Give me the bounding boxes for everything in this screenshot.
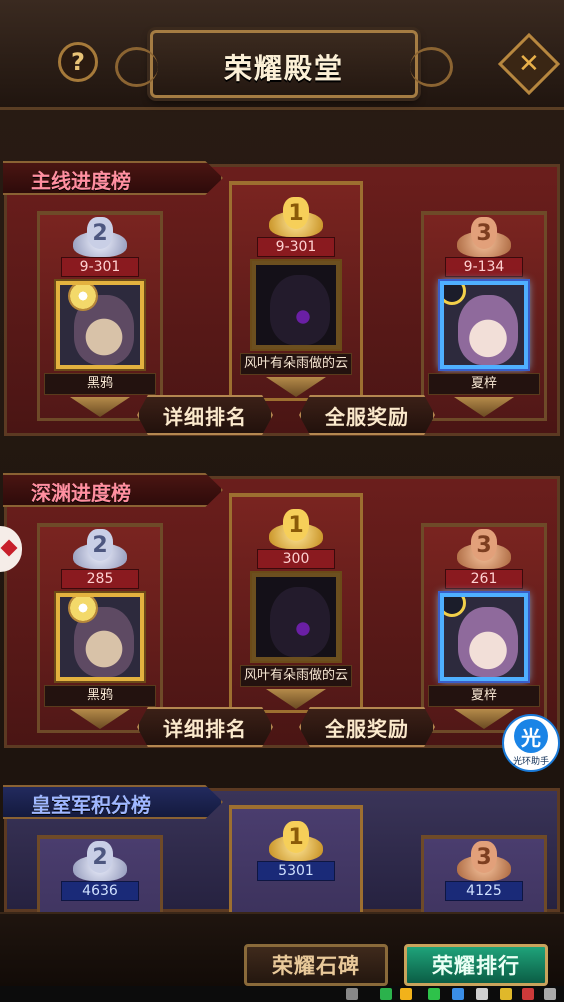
- question-icon: ?: [71, 48, 85, 76]
- tray-icon[interactable]: [380, 988, 392, 1000]
- player-name: 夏梓: [428, 685, 540, 707]
- detail-rank-button[interactable]: 详细排名: [137, 707, 273, 747]
- abyss-progress-board: 深渊进度榜 2 285 黑鸦 1 300 风叶有朵雨做的云 3 261 夏梓 详: [3, 473, 560, 748]
- rank-2-slot[interactable]: 2 285 黑鸦: [37, 513, 163, 733]
- rank-2-badge-icon: 2: [73, 841, 127, 885]
- avatar[interactable]: [440, 593, 528, 681]
- rank-1-slot[interactable]: 1 9-301 风叶有朵雨做的云: [229, 181, 363, 401]
- rank-2-badge-icon: 2: [73, 217, 127, 261]
- help-button[interactable]: ?: [58, 42, 98, 82]
- tab-honor-stele[interactable]: 荣耀石碑: [244, 944, 388, 986]
- progress-value: 9-301: [61, 257, 139, 277]
- rank-1-slot[interactable]: 1 300 风叶有朵雨做的云: [229, 493, 363, 713]
- tray-icon[interactable]: [400, 988, 412, 1000]
- tray-icon[interactable]: [544, 988, 556, 1000]
- system-taskbar: [0, 986, 564, 1002]
- tab-honor-ranking[interactable]: 荣耀排行: [404, 944, 548, 986]
- player-name: 黑鸦: [44, 685, 156, 707]
- rank-3-slot[interactable]: 3 9-134 夏梓: [421, 201, 547, 421]
- progress-value: 5301: [257, 861, 335, 881]
- header-bar: ? 荣耀殿堂 ✕: [0, 0, 564, 110]
- progress-value: 261: [445, 569, 523, 589]
- rank-1-badge-icon: 1: [269, 197, 323, 241]
- main-progress-board: 主线进度榜 2 9-301 黑鸦 1 9-301 风叶有朵雨做的云 3 9-13…: [3, 161, 560, 436]
- board-title-tab: 主线进度榜: [3, 161, 223, 195]
- tray-icon[interactable]: [428, 988, 440, 1000]
- rank-1-badge-icon: 1: [269, 821, 323, 865]
- rank-3-badge-icon: 3: [457, 217, 511, 261]
- rank-1-badge-icon: 1: [269, 509, 323, 553]
- helper-glyph: 光: [514, 719, 548, 753]
- bottom-tab-bar: 荣耀石碑 荣耀排行: [0, 912, 564, 986]
- tray-icon[interactable]: [476, 988, 488, 1000]
- helper-label: 光环助手: [512, 757, 549, 767]
- tray-icon[interactable]: [452, 988, 464, 1000]
- player-name: 夏梓: [428, 373, 540, 395]
- close-icon: ✕: [518, 48, 540, 79]
- board-title: 主线进度榜: [31, 169, 131, 193]
- avatar[interactable]: [56, 593, 144, 681]
- avatar[interactable]: [252, 261, 340, 349]
- tray-icon[interactable]: [522, 988, 534, 1000]
- board-title: 深渊进度榜: [31, 481, 131, 505]
- player-name: 风叶有朵雨做的云: [240, 665, 352, 687]
- tray-icon[interactable]: [346, 988, 358, 1000]
- server-reward-button[interactable]: 全服奖励: [299, 395, 435, 435]
- avatar[interactable]: [252, 573, 340, 661]
- progress-value: 285: [61, 569, 139, 589]
- rank-3-badge-icon: 3: [457, 841, 511, 885]
- progress-value: 9-134: [445, 257, 523, 277]
- page-title: 荣耀殿堂: [223, 52, 344, 85]
- game-screen: ? 荣耀殿堂 ✕ 主线进度榜 2 9-301 黑鸦 1 9-301 风叶有朵雨做…: [0, 0, 564, 1002]
- progress-value: 4125: [445, 881, 523, 901]
- server-reward-button[interactable]: 全服奖励: [299, 707, 435, 747]
- detail-rank-button[interactable]: 详细排名: [137, 395, 273, 435]
- avatar[interactable]: [440, 281, 528, 369]
- player-name: 风叶有朵雨做的云: [240, 353, 352, 375]
- royal-points-board: 皇室军积分榜 2 4636 1 5301 3 4125: [3, 785, 560, 1002]
- board-title-tab: 皇室军积分榜: [3, 785, 223, 819]
- close-button[interactable]: ✕: [497, 32, 561, 96]
- rank-3-badge-icon: 3: [457, 529, 511, 573]
- progress-value: 300: [257, 549, 335, 569]
- board-title: 皇室军积分榜: [31, 793, 151, 817]
- player-name: 黑鸦: [44, 373, 156, 395]
- rank-2-slot[interactable]: 2 9-301 黑鸦: [37, 201, 163, 421]
- rank-2-badge-icon: 2: [73, 529, 127, 573]
- rank-3-slot[interactable]: 3 261 夏梓: [421, 513, 547, 733]
- avatar[interactable]: [56, 281, 144, 369]
- progress-value: 4636: [61, 881, 139, 901]
- title-plate: 荣耀殿堂: [115, 30, 453, 98]
- tray-icon[interactable]: [500, 988, 512, 1000]
- progress-value: 9-301: [257, 237, 335, 257]
- board-title-tab: 深渊进度榜: [3, 473, 223, 507]
- helper-assistant-button[interactable]: 光 光环助手: [502, 714, 560, 772]
